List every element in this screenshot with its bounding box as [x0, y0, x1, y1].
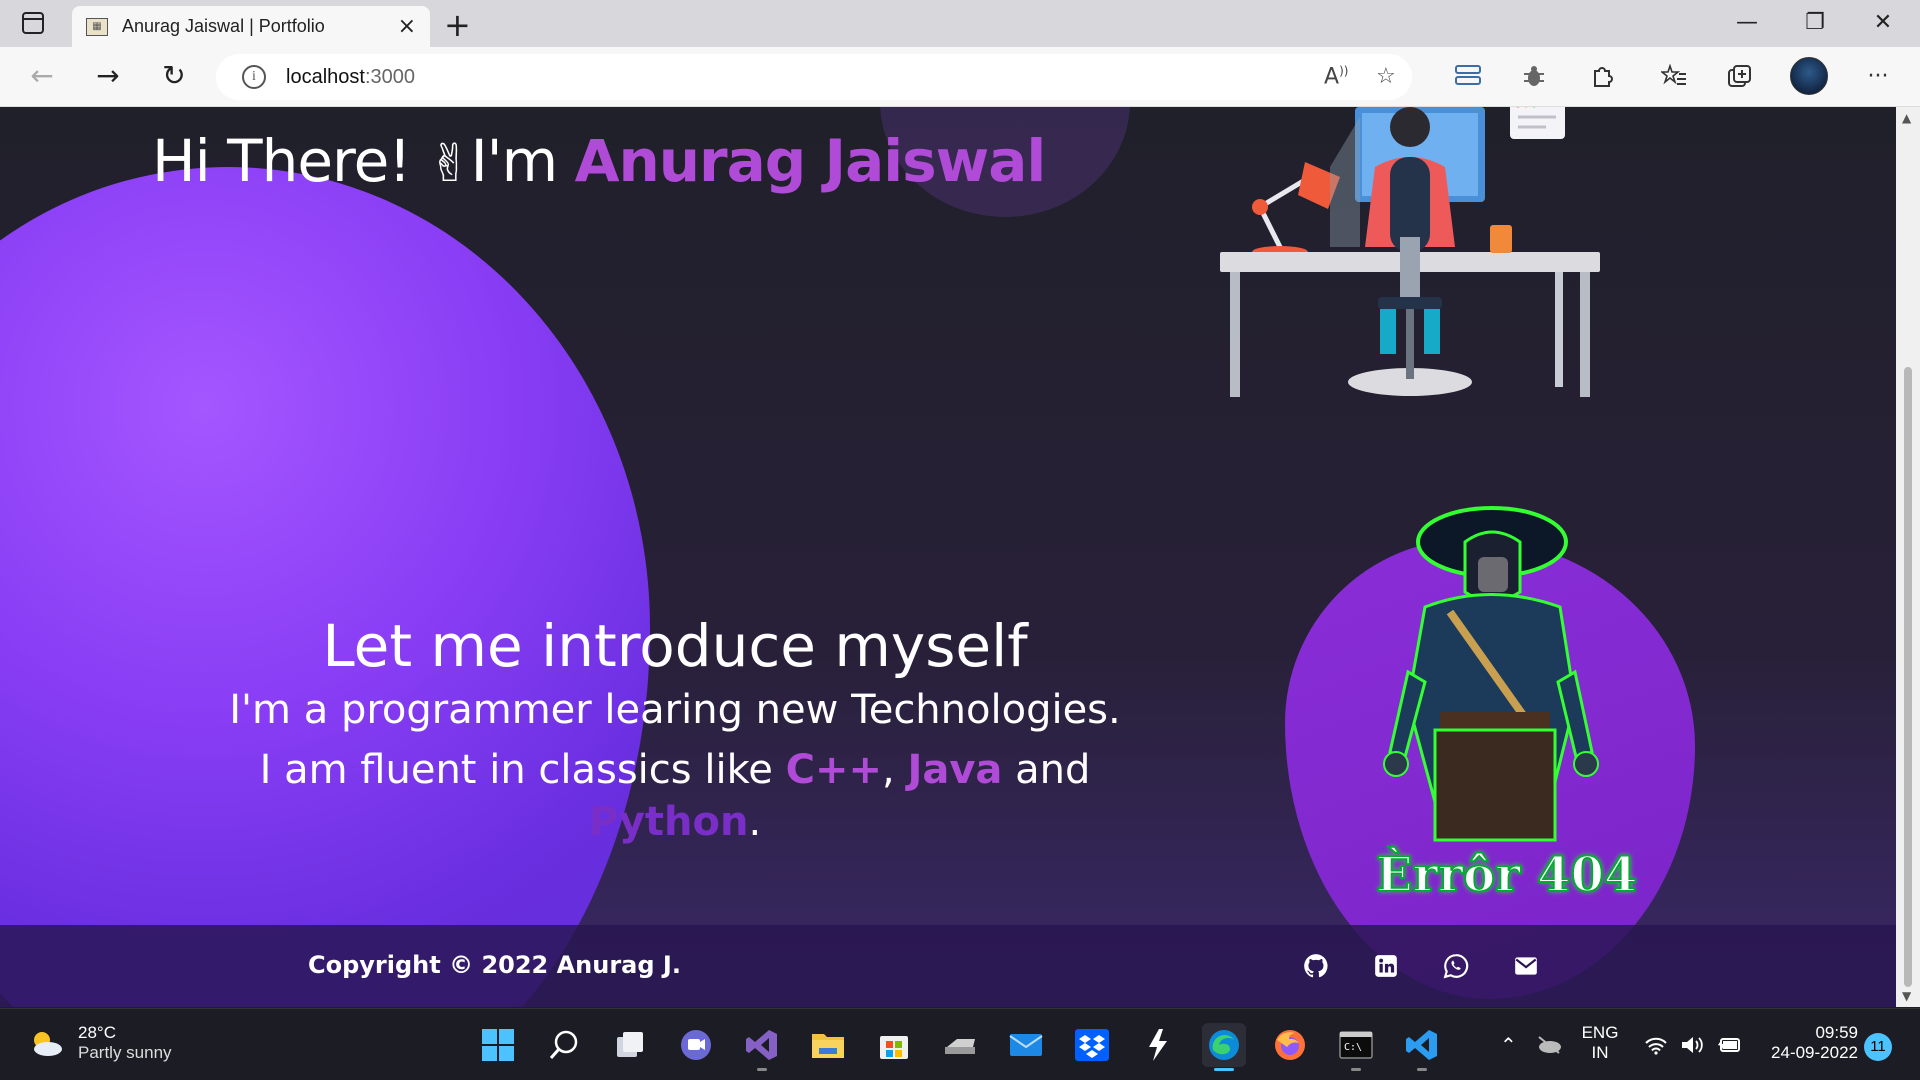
- lang-java: Java: [907, 747, 1003, 793]
- dropbox-icon[interactable]: [1070, 1023, 1114, 1067]
- windows-taskbar: 28°C Partly sunny C:\ ⌃ ENG IN 09:59 24-…: [0, 1008, 1920, 1080]
- gamer-character-illustration: [1383, 506, 1599, 842]
- lang-separator-1: ,: [882, 747, 908, 793]
- wifi-icon[interactable]: [1644, 1035, 1668, 1055]
- background-blob-large: [0, 167, 650, 1007]
- restore-icon[interactable]: ❐: [1800, 10, 1830, 35]
- teams-chat-icon[interactable]: [674, 1023, 718, 1067]
- vscode-icon[interactable]: [1400, 1023, 1444, 1071]
- extensions-icon[interactable]: [1588, 64, 1616, 90]
- visual-studio-icon[interactable]: [740, 1023, 784, 1071]
- close-tab-icon[interactable]: ×: [398, 14, 416, 39]
- read-aloud-icon[interactable]: A)): [1324, 64, 1348, 89]
- language-indicator[interactable]: ENG IN: [1578, 1023, 1622, 1063]
- notification-badge[interactable]: 11: [1864, 1033, 1892, 1061]
- partly-sunny-icon: [34, 1032, 62, 1056]
- intro-suffix: .: [748, 799, 762, 845]
- browser-tab-bar: ▦ Anurag Jaiswal | Portfolio × + — ❐ ✕: [0, 0, 1920, 47]
- page-footer: Copyright © 2022 Anurag J.: [0, 925, 1896, 1007]
- bug-icon[interactable]: [1520, 64, 1548, 90]
- volume-icon[interactable]: [1680, 1035, 1706, 1055]
- clock-date: 24-09-2022: [1771, 1043, 1858, 1062]
- weather-desc: Partly sunny: [78, 1043, 172, 1062]
- running-indicator: [1417, 1068, 1427, 1071]
- developer-desk-illustration: [1220, 107, 1600, 397]
- url-port: :3000: [364, 65, 415, 88]
- scroll-down-icon[interactable]: ▼: [1902, 989, 1911, 1003]
- weather-temp: 28°C: [78, 1023, 116, 1042]
- victory-hand-icon: ✌: [427, 134, 472, 194]
- address-bar[interactable]: i localhost:3000 A)) ☆: [216, 54, 1412, 100]
- linkedin-icon[interactable]: [1373, 953, 1399, 979]
- show-hidden-icons-chevron-icon[interactable]: ⌃: [1500, 1033, 1517, 1058]
- intro-heading: Let me introduce myself: [322, 612, 1028, 680]
- lang-cpp: C++: [785, 747, 883, 793]
- back-icon[interactable]: ←: [24, 59, 60, 92]
- search-icon[interactable]: [542, 1023, 586, 1067]
- weather-widget[interactable]: 28°C Partly sunny: [28, 1023, 172, 1063]
- mail-icon[interactable]: [1513, 953, 1539, 979]
- intro-line-2-prefix: I am fluent in classics like: [259, 747, 786, 793]
- forward-icon[interactable]: →: [90, 59, 126, 92]
- close-window-icon[interactable]: ✕: [1868, 10, 1898, 35]
- url-host: localhost: [286, 65, 365, 88]
- hero-im: I'm: [470, 127, 575, 195]
- microsoft-store-icon[interactable]: [872, 1023, 916, 1067]
- task-view-icon[interactable]: [608, 1023, 652, 1067]
- tab-actions-icon[interactable]: [22, 12, 44, 34]
- language-bottom: IN: [1591, 1043, 1609, 1062]
- whatsapp-icon[interactable]: [1443, 953, 1469, 979]
- portfolio-page: Hi There! ✌I'm Anurag Jaiswal Èrrôr 404 …: [0, 107, 1896, 1007]
- tab-title: Anurag Jaiswal | Portfolio: [122, 16, 325, 36]
- more-options-icon[interactable]: ···: [1864, 64, 1892, 90]
- site-info-icon[interactable]: i: [242, 65, 266, 89]
- scroll-thumb[interactable]: [1904, 367, 1912, 987]
- lang-python: Python: [588, 799, 749, 845]
- collections-icon[interactable]: [1454, 64, 1482, 90]
- intro-line-2: I am fluent in classics like C++, Java a…: [0, 744, 1350, 848]
- language-top: ENG: [1581, 1023, 1619, 1042]
- battery-icon[interactable]: [1716, 1035, 1742, 1055]
- copyright-text: Copyright © 2022 Anurag J.: [308, 951, 681, 979]
- command-prompt-icon[interactable]: C:\: [1334, 1023, 1378, 1071]
- intro-line-1: I'm a programmer learing new Technologie…: [229, 687, 1121, 733]
- browser-toolbar: ← → ↻ i localhost:3000 A)) ☆ ···: [0, 47, 1920, 107]
- new-tab-button[interactable]: +: [444, 6, 471, 44]
- onedrive-cloud-icon[interactable]: [1536, 1035, 1562, 1055]
- active-indicator: [1214, 1068, 1234, 1071]
- start-icon[interactable]: [476, 1023, 520, 1067]
- running-indicator: [1351, 1068, 1361, 1071]
- mail-app-icon[interactable]: [1004, 1023, 1048, 1067]
- scroll-up-icon[interactable]: ▲: [1902, 111, 1911, 125]
- running-indicator: [757, 1068, 767, 1071]
- browser-tab[interactable]: ▦ Anurag Jaiswal | Portfolio ×: [72, 6, 430, 47]
- minimize-icon[interactable]: —: [1732, 10, 1762, 35]
- profile-avatar[interactable]: [1790, 57, 1828, 95]
- firefox-icon[interactable]: [1268, 1023, 1312, 1067]
- hero-greeting: Hi There!: [152, 127, 428, 195]
- page-scrollbar[interactable]: ▲ ▼: [1896, 107, 1920, 1007]
- lang-separator-2: and: [1002, 747, 1091, 793]
- terminal-bolt-icon[interactable]: [1136, 1023, 1180, 1067]
- favicon-icon: ▦: [86, 17, 108, 36]
- drive-icon[interactable]: [938, 1023, 982, 1067]
- clock-time: 09:59: [1815, 1023, 1858, 1042]
- github-icon[interactable]: [1303, 953, 1329, 979]
- collections-add-icon[interactable]: [1726, 64, 1754, 90]
- avatar-caption: Èrrôr 404: [1375, 846, 1638, 904]
- hero-name: Anurag Jaiswal: [574, 127, 1047, 195]
- edge-browser-icon[interactable]: [1202, 1023, 1246, 1071]
- svg-text:C:\: C:\: [1344, 1042, 1362, 1053]
- hero-heading: Hi There! ✌I'm Anurag Jaiswal: [152, 127, 1047, 195]
- clock[interactable]: 09:59 24-09-2022: [1758, 1023, 1858, 1063]
- refresh-icon[interactable]: ↻: [156, 59, 192, 92]
- favorites-icon[interactable]: [1659, 63, 1688, 90]
- add-favorite-icon[interactable]: ☆: [1376, 64, 1396, 89]
- file-explorer-icon[interactable]: [806, 1023, 850, 1067]
